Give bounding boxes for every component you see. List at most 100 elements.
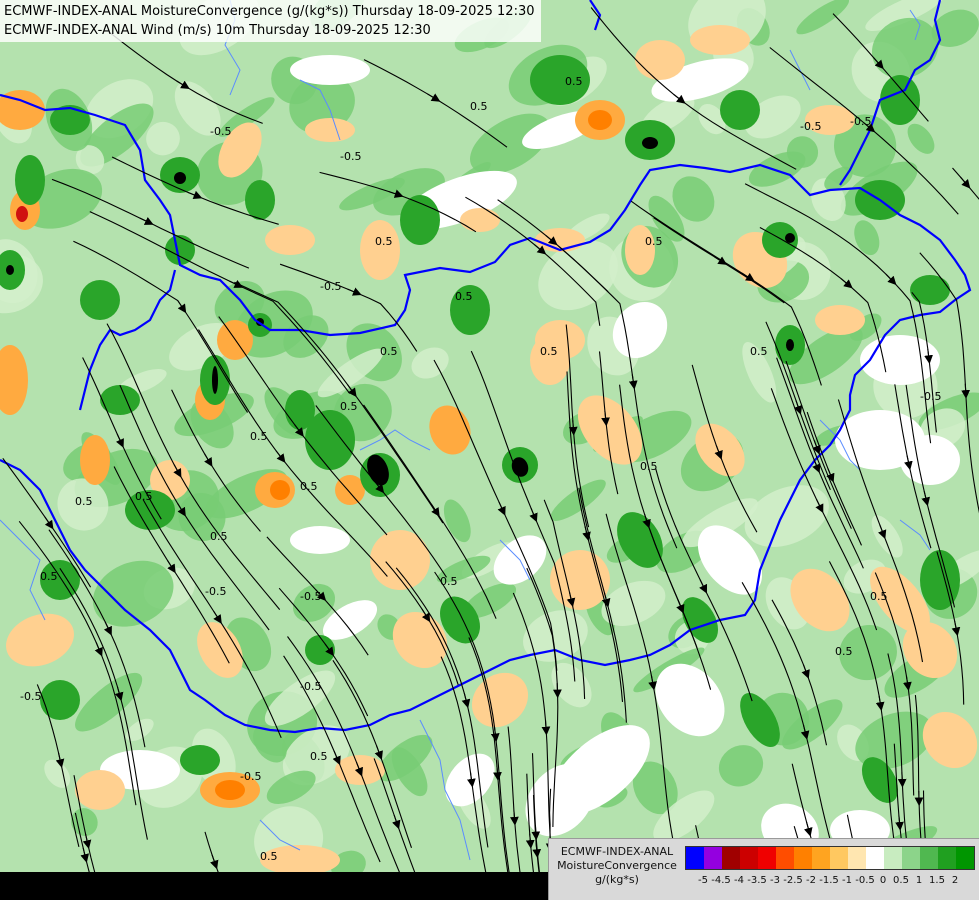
streamline-arrow [897, 772, 907, 788]
legend-color-box [920, 847, 938, 869]
legend-tick-label: 1 [915, 875, 923, 886]
contour-label: -0.5 [20, 690, 41, 703]
legend-color-box [866, 847, 884, 869]
contour-label: 0.5 [440, 575, 458, 588]
field-patch [16, 206, 28, 222]
field-patch [305, 118, 355, 142]
legend-color-box [902, 847, 920, 869]
field-patch [212, 366, 218, 394]
contour-label: -0.5 [320, 280, 341, 293]
field-patch [100, 385, 140, 415]
legend-color-box [776, 847, 794, 869]
legend-tick-label: 1.5 [929, 875, 945, 886]
legend-tick-label: -0.5 [855, 875, 875, 886]
field-patch [174, 172, 186, 184]
field-patch [360, 220, 400, 280]
contour-label: 0.5 [210, 530, 228, 543]
contour-label: 0.5 [260, 850, 278, 863]
field-patch [588, 110, 612, 130]
field-patch [180, 745, 220, 775]
map-canvas: -0.5 0.5 -0.5 0.5 0.5 -0.5 0.5 0.5 0.5 -0.5 0.5 0.5… [0, 0, 979, 900]
field-patch [80, 280, 120, 320]
field-patch [635, 40, 685, 80]
legend-tick-labels: -5 -4.5 -4 -3.5 -3 -2.5 -2 -1.5 -1 -0.5 0 0.5 1 1.5 2 [685, 875, 973, 889]
contour-label: 0.5 [250, 430, 268, 443]
legend-tick-label: 0 [879, 875, 887, 886]
legend-model: ECMWF-INDEX-ANAL [560, 845, 674, 858]
contour-label: 0.5 [565, 75, 583, 88]
streamline-arrow [531, 825, 541, 841]
legend-color-box [758, 847, 776, 869]
legend-tick-label: 2 [951, 875, 959, 886]
legend-color-box [794, 847, 812, 869]
field-patch [215, 780, 245, 800]
legend-tick-label: -3.5 [747, 875, 767, 886]
field-patch [642, 137, 658, 149]
contour-label: 0.5 [750, 345, 768, 358]
contour-label: 0.5 [645, 235, 663, 248]
contour-label: 0.5 [135, 490, 153, 503]
field-patch [285, 390, 315, 430]
field-patch [815, 305, 865, 335]
legend-parameter: MoistureConvergence [557, 859, 677, 872]
field-patch [80, 435, 110, 485]
legend-color-box [812, 847, 830, 869]
field-patch [910, 275, 950, 305]
field-patch [535, 228, 585, 252]
contour-label: 0.5 [75, 495, 93, 508]
contour-label: 0.5 [470, 100, 488, 113]
contour-label: -0.5 [240, 770, 261, 783]
legend-tick-label: 0.5 [893, 875, 909, 886]
contour-label: 0.5 [375, 235, 393, 248]
legend-tick-label: -2.5 [783, 875, 803, 886]
contour-label: -0.5 [300, 680, 321, 693]
field-patch [860, 335, 940, 385]
field-patch [460, 208, 500, 232]
contour-label: 0.5 [40, 570, 58, 583]
field-patch [920, 550, 960, 610]
legend-tick-label: -1 [842, 875, 852, 886]
legend-color-box [686, 847, 704, 869]
legend-title: ECMWF-INDEX-ANAL MoistureConvergence g/(… [554, 845, 680, 887]
legend-color-box [704, 847, 722, 869]
contour-label: -0.5 [205, 585, 226, 598]
field-patch [690, 25, 750, 55]
field-patch [785, 233, 795, 243]
field-patch [786, 339, 794, 351]
legend-unit: g/(kg*s) [595, 873, 639, 886]
contour-label: -0.5 [210, 125, 231, 138]
streamline-arrow [961, 383, 971, 399]
legend-color-scale [685, 846, 975, 870]
field-patch [625, 225, 655, 275]
field-patch [305, 635, 335, 665]
legend-color-box [938, 847, 956, 869]
contour-label: 0.5 [310, 750, 328, 763]
contour-label: 0.5 [340, 400, 358, 413]
contour-label: 0.5 [870, 590, 888, 603]
contour-label: -0.5 [340, 150, 361, 163]
legend-tick-label: -5 [698, 875, 708, 886]
bottom-black-strip [0, 872, 548, 900]
contour-label: -0.5 [920, 390, 941, 403]
legend-color-box [740, 847, 758, 869]
contour-label: -0.5 [850, 115, 871, 128]
field-patch [245, 180, 275, 220]
field-patch [270, 480, 290, 500]
contour-label: -0.5 [300, 590, 321, 603]
legend-tick-label: -4.5 [711, 875, 731, 886]
field-patch [880, 75, 920, 125]
field-patch [75, 770, 125, 810]
weather-map: -0.5 0.5 -0.5 0.5 0.5 -0.5 0.5 0.5 0.5 -0.5 0.5 0.5… [0, 0, 979, 900]
legend-color-box [956, 847, 974, 869]
field-patch [265, 225, 315, 255]
title-moisture-convergence: ECMWF-INDEX-ANAL MoistureConvergence (g/… [4, 4, 535, 19]
field-patch [720, 90, 760, 130]
legend-tick-label: -4 [734, 875, 744, 886]
field-patch [15, 155, 45, 205]
field-patch [290, 526, 350, 554]
field-patch [40, 680, 80, 720]
contour-label: 0.5 [540, 345, 558, 358]
contour-label: -0.5 [800, 120, 821, 133]
field-patch [400, 195, 440, 245]
legend-color-box [830, 847, 848, 869]
